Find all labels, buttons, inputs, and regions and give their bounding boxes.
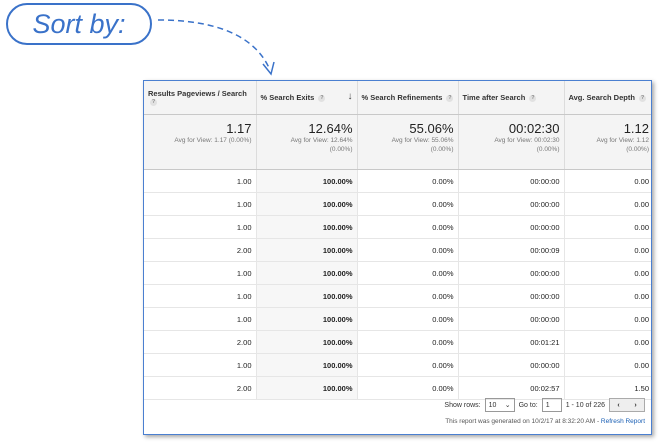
table-cell: 0.00 bbox=[564, 307, 651, 331]
table-footer: Show rows: 10 ⌄ Go to: 1 1 - 10 of 226 ‹… bbox=[144, 392, 651, 434]
table-cell: 0.00% bbox=[357, 353, 459, 377]
col-header-time-after-search[interactable]: Time after Search ? bbox=[458, 81, 565, 115]
table-row: 1.00 100.00% 0.00% 00:00:00 0.00 bbox=[144, 307, 651, 331]
summary-cell: 00:02:30 Avg for View: 00:02:30 (0.00%) bbox=[458, 114, 565, 170]
goto-label: Go to: bbox=[518, 401, 538, 409]
next-page-button[interactable]: › bbox=[634, 402, 636, 409]
table-cell: 100.00% bbox=[256, 192, 358, 216]
table-cell: 0.00% bbox=[357, 238, 459, 262]
table-row: 1.00 100.00% 0.00% 00:00:00 0.00 bbox=[144, 215, 651, 239]
report-table-panel: Results Pageviews / Search ? % Search Ex… bbox=[143, 80, 652, 435]
table-cell: 100.00% bbox=[256, 330, 358, 354]
pagination: Show rows: 10 ⌄ Go to: 1 1 - 10 of 226 ‹… bbox=[444, 398, 645, 412]
show-rows-label: Show rows: bbox=[444, 401, 481, 409]
table-cell: 00:00:00 bbox=[458, 284, 565, 308]
table-cell: 100.00% bbox=[256, 307, 358, 331]
sort-by-callout: Sort by: bbox=[6, 3, 152, 45]
table-cell: 2.00 bbox=[144, 330, 257, 354]
table-cell: 00:00:00 bbox=[458, 215, 565, 239]
table-cell: 1.00 bbox=[144, 261, 257, 285]
col-header-search-exits[interactable]: % Search Exits ? ↓ bbox=[256, 81, 358, 115]
sort-by-label: Sort by: bbox=[32, 8, 126, 39]
table-cell: 0.00% bbox=[357, 169, 459, 193]
prev-page-button[interactable]: ‹ bbox=[617, 402, 619, 409]
help-icon[interactable]: ? bbox=[318, 94, 326, 102]
goto-input[interactable]: 1 bbox=[541, 398, 562, 412]
table-cell: 1.00 bbox=[144, 192, 257, 216]
table-cell: 1.00 bbox=[144, 215, 257, 239]
table-cell: 00:00:09 bbox=[458, 238, 565, 262]
table-cell: 0.00 bbox=[564, 353, 651, 377]
summary-cell: 1.12 Avg for View: 1.12 (0.00%) bbox=[564, 114, 651, 170]
table-cell: 0.00% bbox=[357, 192, 459, 216]
table-cell: 100.00% bbox=[256, 169, 358, 193]
table-row: 1.00 100.00% 0.00% 00:00:00 0.00 bbox=[144, 169, 651, 193]
table-cell: 00:00:00 bbox=[458, 261, 565, 285]
table-cell: 1.00 bbox=[144, 169, 257, 193]
col-header-search-refinements[interactable]: % Search Refinements ? bbox=[357, 81, 459, 115]
summary-cell: 55.06% Avg for View: 55.06% (0.00%) bbox=[357, 114, 459, 170]
table-cell: 1.00 bbox=[144, 353, 257, 377]
col-header-results-pageviews[interactable]: Results Pageviews / Search ? bbox=[144, 81, 257, 115]
table-row: 1.00 100.00% 0.00% 00:00:00 0.00 bbox=[144, 192, 651, 216]
table-cell: 100.00% bbox=[256, 261, 358, 285]
table-cell: 00:01:21 bbox=[458, 330, 565, 354]
page-nav: ‹ › bbox=[609, 398, 645, 412]
table-cell: 0.00 bbox=[564, 261, 651, 285]
table-cell: 0.00% bbox=[357, 284, 459, 308]
help-icon[interactable]: ? bbox=[150, 99, 157, 107]
sort-descending-icon[interactable]: ↓ bbox=[348, 91, 353, 102]
refresh-report-link[interactable]: Refresh Report bbox=[601, 418, 645, 425]
table-cell: 100.00% bbox=[256, 353, 358, 377]
table-cell: 0.00 bbox=[564, 192, 651, 216]
table-cell: 0.00% bbox=[357, 307, 459, 331]
table-cell: 00:00:00 bbox=[458, 192, 565, 216]
table-row: 1.00 100.00% 0.00% 00:00:00 0.00 bbox=[144, 284, 651, 308]
summary-cell: 1.17 Avg for View: 1.17 (0.00%) bbox=[144, 114, 257, 170]
table-cell: 0.00 bbox=[564, 284, 651, 308]
table-cell: 100.00% bbox=[256, 238, 358, 262]
table-cell: 2.00 bbox=[144, 238, 257, 262]
chevron-down-icon: ⌄ bbox=[504, 402, 511, 409]
table-cell: 0.00% bbox=[357, 261, 459, 285]
help-icon[interactable]: ? bbox=[446, 94, 454, 102]
table-cell: 1.00 bbox=[144, 307, 257, 331]
summary-row: 1.17 Avg for View: 1.17 (0.00%) 12.64% A… bbox=[144, 114, 651, 170]
table-cell: 00:00:00 bbox=[458, 307, 565, 331]
row-range: 1 - 10 of 226 bbox=[565, 401, 605, 409]
table-cell: 100.00% bbox=[256, 215, 358, 239]
show-rows-select[interactable]: 10 ⌄ bbox=[484, 398, 515, 412]
table-cell: 0.00 bbox=[564, 238, 651, 262]
help-icon[interactable]: ? bbox=[639, 94, 646, 102]
table-cell: 100.00% bbox=[256, 284, 358, 308]
col-header-avg-search-depth[interactable]: Avg. Search Depth ? bbox=[564, 81, 651, 115]
table-cell: 0.00 bbox=[564, 169, 651, 193]
table-cell: 0.00 bbox=[564, 215, 651, 239]
table-cell: 1.00 bbox=[144, 284, 257, 308]
table-cell: 0.00 bbox=[564, 330, 651, 354]
generated-note: This report was generated on 10/2/17 at … bbox=[445, 418, 645, 425]
table-row: 2.00 100.00% 0.00% 00:00:09 0.00 bbox=[144, 238, 651, 262]
report-table: Results Pageviews / Search ? % Search Ex… bbox=[144, 81, 651, 400]
summary-cell: 12.64% Avg for View: 12.64% (0.00%) bbox=[256, 114, 358, 170]
table-row: 2.00 100.00% 0.00% 00:01:21 0.00 bbox=[144, 330, 651, 354]
help-icon[interactable]: ? bbox=[529, 94, 537, 102]
table-cell: 0.00% bbox=[357, 330, 459, 354]
table-cell: 0.00% bbox=[357, 215, 459, 239]
table-row: 1.00 100.00% 0.00% 00:00:00 0.00 bbox=[144, 353, 651, 377]
table-cell: 00:00:00 bbox=[458, 353, 565, 377]
table-cell: 00:00:00 bbox=[458, 169, 565, 193]
table-row: 1.00 100.00% 0.00% 00:00:00 0.00 bbox=[144, 261, 651, 285]
